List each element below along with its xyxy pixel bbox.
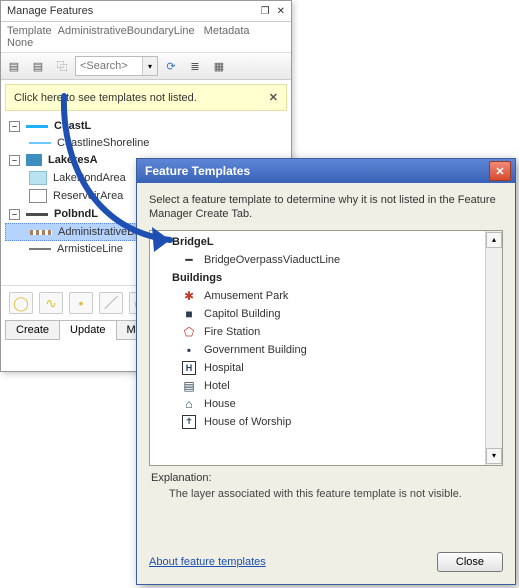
ft-item-label: House of Worship	[204, 416, 291, 428]
ft-item-worship[interactable]: ✝ House of Worship	[150, 413, 485, 431]
collapse-icon[interactable]: –	[9, 209, 20, 220]
ft-item-firestation[interactable]: ⬠ Fire Station	[150, 323, 485, 341]
swatch-icon	[29, 189, 47, 203]
mf-titlebar: Manage Features ❐ ✕	[1, 1, 291, 22]
ft-footer: About feature templates Close	[137, 544, 515, 584]
scroll-up-icon[interactable]: ▴	[486, 232, 502, 248]
about-templates-link[interactable]: About feature templates	[149, 556, 437, 568]
pentagon-icon: ⬠	[182, 325, 196, 339]
ft-group-bridgel: BridgeL	[150, 233, 485, 251]
tab-update[interactable]: Update	[59, 320, 116, 340]
restore-icon[interactable]: ❐	[261, 6, 270, 17]
ft-item-hotel[interactable]: ▤ Hotel	[150, 377, 485, 395]
worship-icon: ✝	[182, 415, 196, 429]
toolbar-new-icon[interactable]: ▤	[3, 55, 25, 77]
group-coastl[interactable]: – CoastL	[1, 117, 291, 135]
ft-list-wrap: BridgeL ━ BridgeOverpassViaductLine Build…	[149, 230, 503, 466]
dialog-close-button[interactable]: ✕	[489, 161, 511, 181]
search-box: ▾	[75, 56, 158, 76]
item-label: ReservoirArea	[53, 190, 123, 202]
ft-item-bridgeoverpass[interactable]: ━ BridgeOverpassViaductLine	[150, 251, 485, 269]
swatch-icon	[29, 248, 51, 250]
shape-point-icon[interactable]: •	[69, 292, 93, 314]
item-coastlineshoreline[interactable]: CoastlineShoreline	[1, 135, 291, 151]
banner-text: Click here to see templates not listed.	[14, 92, 269, 104]
ft-group-buildings: Buildings	[150, 269, 485, 287]
ft-list: BridgeL ━ BridgeOverpassViaductLine Build…	[150, 231, 485, 465]
square-icon: ■	[182, 307, 196, 321]
subtitle-meta-label: Metadata	[204, 25, 250, 37]
close-icon[interactable]: ✕	[277, 6, 285, 17]
item-label: CoastlineShoreline	[57, 137, 149, 149]
subtitle-meta-value: None	[7, 37, 33, 49]
scroll-down-icon[interactable]: ▾	[486, 448, 502, 464]
collapse-icon[interactable]: –	[9, 155, 20, 166]
ft-item-capitol[interactable]: ■ Capitol Building	[150, 305, 485, 323]
ft-item-label: House	[204, 398, 236, 410]
hotel-icon: ▤	[182, 379, 196, 393]
ft-item-house[interactable]: ⌂ House	[150, 395, 485, 413]
collapse-icon[interactable]: –	[9, 121, 20, 132]
swatch-icon	[29, 171, 47, 185]
shape-ellipse-icon[interactable]: ◯	[9, 292, 33, 314]
subtitle-template-label: Template	[7, 25, 52, 37]
polbnd-swatch-icon	[26, 213, 48, 216]
explanation-label: Explanation:	[151, 472, 501, 484]
ft-item-label: Government Building	[204, 344, 307, 356]
mf-subtitle: Template AdministrativeBoundaryLine Metad…	[1, 22, 291, 52]
hospital-icon: H	[182, 361, 196, 375]
feature-templates-dialog: Feature Templates ✕ Select a feature tem…	[136, 158, 516, 585]
group-label: LakeresA	[48, 154, 98, 166]
templates-not-listed-banner[interactable]: Click here to see templates not listed. …	[5, 84, 287, 111]
ft-item-label: Hotel	[204, 380, 230, 392]
lakes-swatch-icon	[26, 154, 42, 166]
ft-item-label: Capitol Building	[204, 308, 280, 320]
ft-body: Select a feature template to determine w…	[137, 183, 515, 544]
banner-close-icon[interactable]: ✕	[269, 91, 278, 104]
ft-item-label: Amusement Park	[204, 290, 288, 302]
house-icon: ⌂	[182, 397, 196, 411]
ft-title: Feature Templates	[145, 164, 489, 178]
search-dropdown-icon[interactable]: ▾	[142, 57, 157, 75]
coastl-swatch-icon	[26, 125, 48, 128]
ft-item-label: BridgeOverpassViaductLine	[204, 254, 340, 266]
shape-line-icon[interactable]: ／	[99, 292, 123, 314]
ft-instruction: Select a feature template to determine w…	[149, 193, 503, 222]
mf-toolbar: ▤ ▤ ⿻ ▾ ⟳ ≣ ▦	[1, 52, 291, 80]
ft-item-hospital[interactable]: H Hospital	[150, 359, 485, 377]
ft-item-amusement[interactable]: ✱ Amusement Park	[150, 287, 485, 305]
group-label: CoastL	[54, 120, 91, 132]
ft-item-label: Fire Station	[204, 326, 260, 338]
square-icon: ▪	[182, 343, 196, 357]
line-icon: ━	[182, 253, 196, 267]
explanation-text: The layer associated with this feature t…	[151, 484, 501, 500]
shape-curve-icon[interactable]: ∿	[39, 292, 63, 314]
toolbar-grid-icon[interactable]: ▦	[208, 55, 230, 77]
ft-titlebar: Feature Templates ✕	[137, 159, 515, 183]
ft-item-govbuilding[interactable]: ▪ Government Building	[150, 341, 485, 359]
toolbar-list-icon[interactable]: ≣	[184, 55, 206, 77]
toolbar-refresh-icon[interactable]: ⟳	[160, 55, 182, 77]
toolbar-open-icon[interactable]: ▤	[27, 55, 49, 77]
tab-create[interactable]: Create	[5, 320, 60, 340]
search-input[interactable]	[76, 60, 142, 72]
ft-explanation: Explanation: The layer associated with t…	[149, 466, 503, 502]
group-label: PolbndL	[54, 208, 98, 220]
ferris-wheel-icon: ✱	[182, 289, 196, 303]
swatch-icon	[29, 142, 51, 144]
item-label: LakePondArea	[53, 172, 126, 184]
ft-scrollbar[interactable]: ▴ ▾	[485, 231, 502, 465]
mf-title: Manage Features	[7, 5, 257, 17]
subtitle-template-value: AdministrativeBoundaryLine	[58, 25, 195, 37]
swatch-icon	[30, 230, 52, 235]
item-label: ArmisticeLine	[57, 243, 123, 255]
ft-item-label: Hospital	[204, 362, 244, 374]
toolbar-copy-icon[interactable]: ⿻	[51, 55, 73, 77]
close-button[interactable]: Close	[437, 552, 503, 572]
